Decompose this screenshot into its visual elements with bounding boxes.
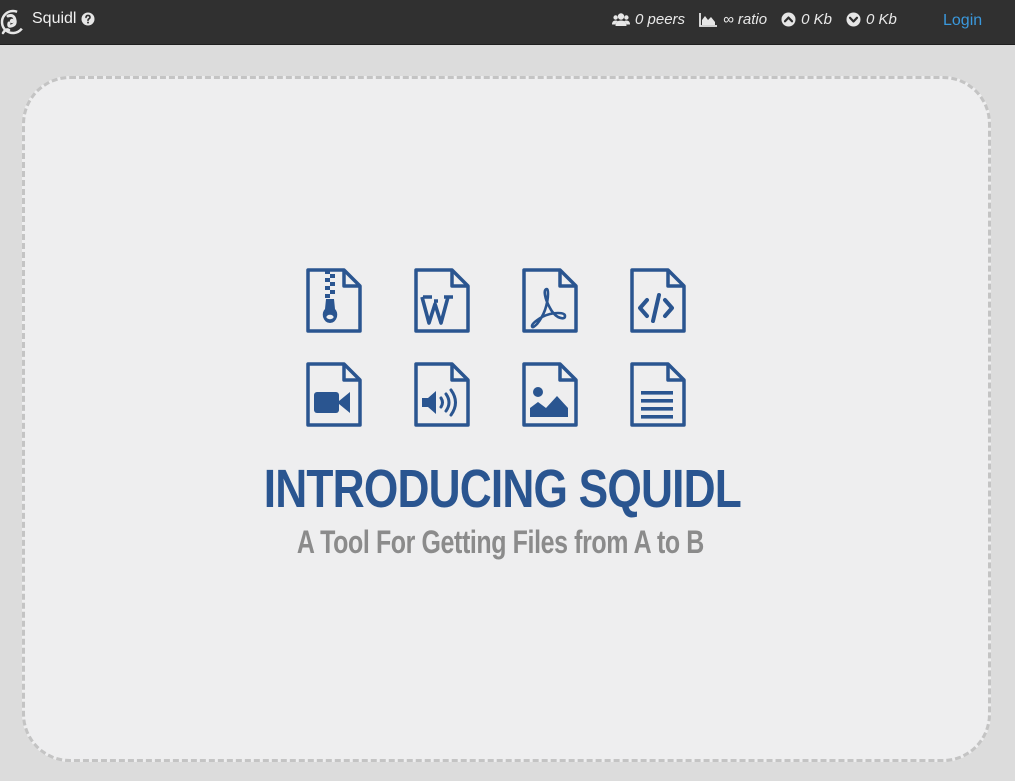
help-icon[interactable] — [81, 12, 95, 26]
word-file-icon — [412, 268, 470, 334]
brand-link[interactable]: Squidl — [0, 6, 95, 36]
peers-count: 0 peers — [635, 11, 686, 28]
file-type-icons — [304, 268, 686, 428]
zip-file-icon — [304, 268, 362, 334]
pdf-file-icon — [520, 268, 578, 334]
code-file-icon — [628, 268, 686, 334]
peers-stat: 0 peers — [612, 11, 685, 28]
upload-arrow-icon — [781, 12, 796, 27]
download-amount: 0 Kb — [865, 11, 897, 28]
app-name: Squidl — [32, 10, 77, 27]
ratio-stat: ∞ ratio — [699, 11, 767, 28]
area-chart-icon — [699, 13, 718, 27]
audio-file-icon — [412, 362, 470, 428]
hero-title: INTRODUCING SQUIDL — [263, 459, 742, 519]
upload-amount: 0 Kb — [801, 11, 832, 28]
top-navbar: Squidl 0 peers ∞ ratio 0 Kb 0 Kb Login — [0, 0, 1015, 45]
transfer-stats: 0 peers ∞ ratio 0 Kb 0 Kb — [612, 11, 911, 28]
download-arrow-icon — [846, 12, 861, 27]
text-file-icon — [628, 362, 686, 428]
ratio-value: ∞ ratio — [723, 11, 768, 28]
video-file-icon — [304, 362, 362, 428]
users-icon — [612, 12, 630, 26]
download-stat: 0 Kb — [846, 11, 897, 28]
image-file-icon — [520, 362, 578, 428]
upload-stat: 0 Kb — [781, 11, 832, 28]
login-link[interactable]: Login — [943, 12, 982, 30]
hero-subtitle: A Tool For Getting Files from A to B — [296, 524, 704, 560]
squid-logo-icon — [0, 9, 26, 35]
